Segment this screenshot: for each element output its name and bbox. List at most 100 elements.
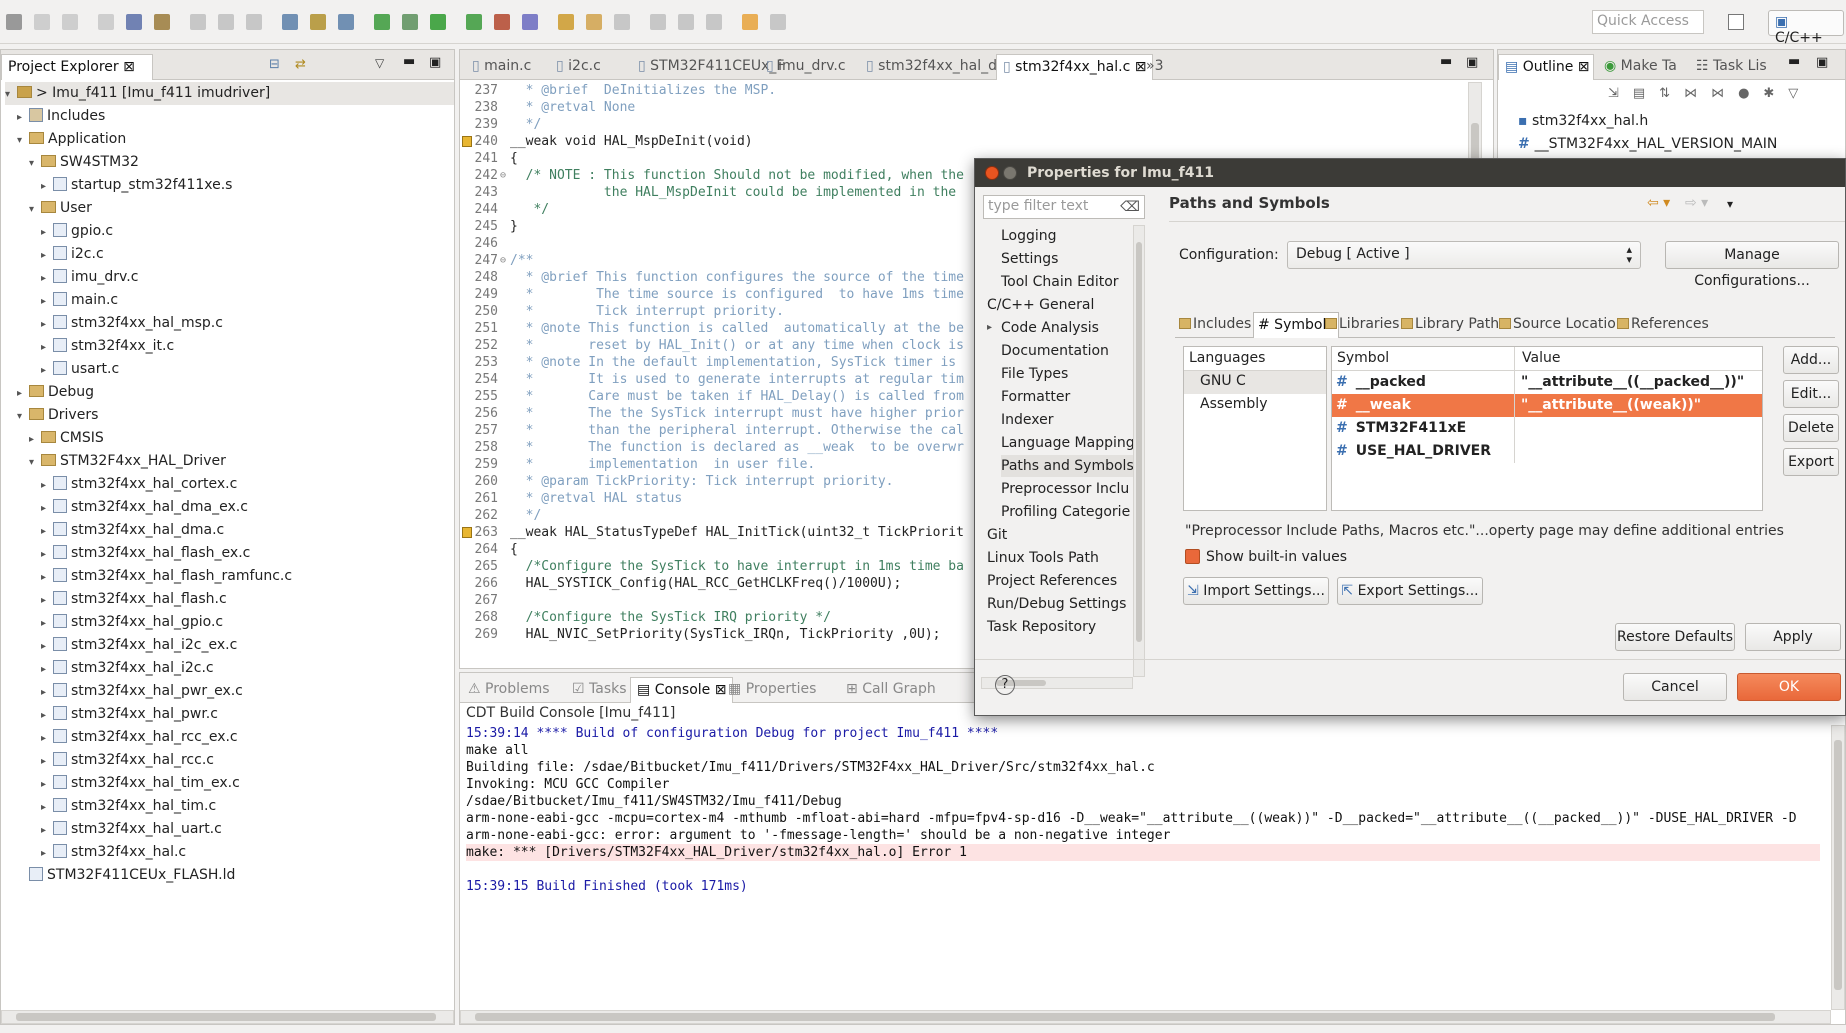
next-annotation-icon[interactable] bbox=[650, 14, 666, 30]
collapsed-arrow-icon[interactable]: ▸ bbox=[41, 474, 53, 497]
settings-tab[interactable]: Library Paths bbox=[1397, 312, 1510, 338]
collapsed-arrow-icon[interactable]: ▸ bbox=[41, 750, 53, 773]
tree-item[interactable]: ▸ stm32f4xx_hal_pwr_ex.c bbox=[41, 680, 243, 703]
tree-item[interactable]: ▸ stm32f4xx_hal_flash_ramfunc.c bbox=[41, 565, 292, 588]
forward-icon[interactable] bbox=[770, 14, 786, 30]
collapsed-arrow-icon[interactable]: ▸ bbox=[17, 382, 29, 405]
tree-item[interactable]: STM32F411CEUx_FLASH.ld bbox=[17, 864, 235, 887]
symbol-row[interactable]: # STM32F411xE bbox=[1332, 417, 1762, 440]
expanded-arrow-icon[interactable]: ▾ bbox=[29, 198, 41, 221]
import-settings-button[interactable]: ⇲ Import Settings... bbox=[1183, 577, 1329, 605]
console-output[interactable]: 15:39:14 **** Build of configuration Deb… bbox=[460, 725, 1820, 1005]
collapsed-arrow-icon[interactable]: ▸ bbox=[41, 336, 53, 359]
tree-item[interactable]: ▸ stm32f4xx_hal_gpio.c bbox=[41, 611, 223, 634]
tree-item[interactable]: ▸ stm32f4xx_hal_cortex.c bbox=[41, 473, 237, 496]
nav-item[interactable]: Documentation bbox=[1001, 340, 1109, 362]
collapsed-arrow-icon[interactable]: ▸ bbox=[41, 796, 53, 819]
editor-tab[interactable]: ▯ stm32f4xx_hal.c ⊠ bbox=[996, 54, 1154, 80]
debug-run-icon[interactable] bbox=[402, 14, 418, 30]
collapsed-arrow-icon[interactable]: ▸ bbox=[41, 773, 53, 796]
fold-icon[interactable]: ⊖ bbox=[500, 167, 506, 184]
collapsed-arrow-icon[interactable]: ▸ bbox=[41, 267, 53, 290]
export-settings-button[interactable]: ⇱ Export Settings... bbox=[1337, 577, 1483, 605]
settings-tab[interactable]: Libraries bbox=[1321, 312, 1403, 338]
tree-item[interactable]: ▸ startup_stm32f411xe.s bbox=[41, 174, 232, 197]
collapsed-arrow-icon[interactable]: ▸ bbox=[987, 317, 992, 339]
collapsed-arrow-icon[interactable]: ▸ bbox=[41, 842, 53, 865]
prev-annotation-icon[interactable] bbox=[678, 14, 694, 30]
symbol-row[interactable]: # __packed "__attribute__((__packed__))" bbox=[1332, 371, 1762, 394]
coverage-icon[interactable] bbox=[466, 14, 482, 30]
perspective-button[interactable]: ▣ C/C++ bbox=[1768, 10, 1844, 46]
tree-item[interactable]: ▾ STM32F4xx_HAL_Driver bbox=[29, 450, 226, 473]
expanded-arrow-icon[interactable]: ▾ bbox=[17, 129, 29, 152]
bottom-tab[interactable]: ⊞ Call Graph bbox=[840, 677, 942, 703]
nav-item[interactable]: Settings bbox=[1001, 248, 1058, 270]
tree-item[interactable]: ▸ stm32f4xx_hal_tim.c bbox=[41, 795, 216, 818]
view-menu-icon[interactable]: ▽ bbox=[375, 56, 384, 70]
open-type-icon[interactable] bbox=[522, 14, 538, 30]
bottom-tab[interactable]: ☑ Tasks bbox=[566, 677, 633, 703]
minimize-window-icon[interactable] bbox=[1003, 166, 1017, 180]
nav-item[interactable]: Language Mapping bbox=[1001, 432, 1135, 454]
tree-item[interactable]: ▸ stm32f4xx_hal_rcc.c bbox=[41, 749, 214, 772]
languages-list[interactable]: Languages GNU C Assembly bbox=[1183, 346, 1327, 511]
collapsed-arrow-icon[interactable]: ▸ bbox=[17, 106, 29, 129]
annotation-icon[interactable] bbox=[614, 14, 630, 30]
external-tools-icon[interactable] bbox=[494, 14, 510, 30]
filter-input[interactable]: type filter text ⌫ bbox=[983, 195, 1145, 219]
expanded-arrow-icon[interactable]: ▾ bbox=[29, 152, 41, 175]
collapsed-arrow-icon[interactable]: ▸ bbox=[41, 727, 53, 750]
tree-item[interactable]: ▸ stm32f4xx_it.c bbox=[41, 335, 174, 358]
tree-item[interactable]: ▸ gpio.c bbox=[41, 220, 113, 243]
collapsed-arrow-icon[interactable]: ▸ bbox=[41, 221, 53, 244]
save-icon[interactable] bbox=[34, 14, 50, 30]
nav-item[interactable]: Formatter bbox=[1001, 386, 1070, 408]
collapsed-arrow-icon[interactable]: ▸ bbox=[41, 635, 53, 658]
symbol-column-header[interactable]: Symbol bbox=[1337, 350, 1389, 366]
editor-tab[interactable]: ▯ imu_drv.c bbox=[760, 54, 852, 80]
collapsed-arrow-icon[interactable]: ▸ bbox=[41, 704, 53, 727]
close-window-icon[interactable] bbox=[985, 166, 999, 180]
outline-item[interactable]: ▪ stm32f4xx_hal.h bbox=[1518, 113, 1648, 129]
collapsed-arrow-icon[interactable]: ▸ bbox=[41, 589, 53, 612]
settings-tab[interactable]: References bbox=[1613, 312, 1713, 338]
outline-item[interactable]: # __STM32F4xx_HAL_VERSION_MAIN bbox=[1518, 136, 1777, 152]
open-perspective-icon[interactable] bbox=[1728, 14, 1744, 30]
last-edit-icon[interactable] bbox=[706, 14, 722, 30]
symbol-row[interactable]: # USE_HAL_DRIVER bbox=[1332, 440, 1762, 463]
bottom-tab[interactable]: ▤ Console ⊠ bbox=[630, 677, 734, 703]
nav-item[interactable]: Logging bbox=[1001, 225, 1057, 247]
collapsed-arrow-icon[interactable]: ▸ bbox=[41, 566, 53, 589]
maximize-icon[interactable]: ▣ bbox=[429, 55, 441, 70]
value-column-header[interactable]: Value bbox=[1522, 350, 1560, 366]
open-element-icon[interactable] bbox=[558, 14, 574, 30]
tree-item[interactable]: ▸ stm32f4xx_hal_flash.c bbox=[41, 588, 227, 611]
nav-item[interactable]: Preprocessor Inclu bbox=[1001, 478, 1129, 500]
tree-item[interactable]: ▸ stm32f4xx_hal_rcc_ex.c bbox=[41, 726, 238, 749]
nav-item[interactable]: Project References bbox=[987, 570, 1117, 592]
scroll-thumb[interactable] bbox=[16, 1013, 436, 1021]
collapsed-arrow-icon[interactable]: ▸ bbox=[41, 658, 53, 681]
quick-access-input[interactable]: Quick Access bbox=[1592, 10, 1704, 34]
editor-tab[interactable]: »3 bbox=[1140, 54, 1169, 80]
tree-item[interactable]: ▸ stm32f4xx_hal_i2c_ex.c bbox=[41, 634, 237, 657]
outline-minimize-icon[interactable]: ▬ bbox=[1788, 54, 1800, 69]
close-icon[interactable]: ⊠ bbox=[123, 59, 135, 75]
tab-make-targets[interactable]: ◉ Make Ta bbox=[1598, 54, 1683, 80]
tree-item[interactable]: ▾ > Imu_f411 [Imu_f411 imudriver] bbox=[5, 82, 454, 105]
tree-item[interactable]: ▸ main.c bbox=[41, 289, 118, 312]
tree-item[interactable]: ▸ stm32f4xx_hal_flash_ex.c bbox=[41, 542, 250, 565]
search-icon[interactable] bbox=[586, 14, 602, 30]
nav-item[interactable]: Profiling Categorie bbox=[1001, 501, 1130, 523]
nav-item[interactable]: ▸Task Repository bbox=[987, 616, 1096, 638]
editor-tab[interactable]: ▯ stm32f4xx_hal_d bbox=[860, 54, 1003, 80]
symbol-row[interactable]: # __weak "__attribute__((weak))" bbox=[1332, 394, 1762, 417]
page-menu-icon[interactable]: ▾ bbox=[1727, 197, 1733, 211]
manage-configurations-button[interactable]: Manage Configurations... bbox=[1665, 241, 1839, 289]
collapsed-arrow-icon[interactable]: ▸ bbox=[41, 175, 53, 198]
fold-icon[interactable]: ⊖ bbox=[500, 252, 506, 269]
tree-item[interactable]: ▸ stm32f4xx_hal.c bbox=[41, 841, 186, 864]
run-icon[interactable] bbox=[430, 14, 446, 30]
editor-maximize-icon[interactable]: ▣ bbox=[1466, 55, 1478, 70]
